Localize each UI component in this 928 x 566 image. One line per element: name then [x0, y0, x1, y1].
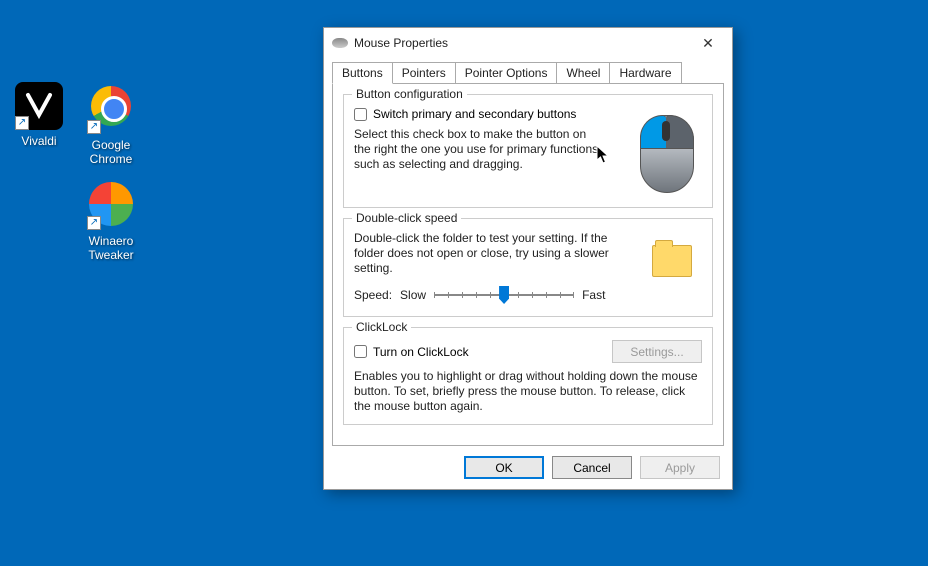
cancel-button[interactable]: Cancel — [552, 456, 632, 479]
shortcut-arrow-icon: ↗ — [87, 120, 101, 134]
mouse-properties-dialog: Mouse Properties ✕ Buttons Pointers Poin… — [323, 27, 733, 490]
winaero-icon: ↗ — [87, 182, 135, 230]
doubleclick-desc: Double-click the folder to test your set… — [354, 231, 632, 276]
desktop-icon-winaero[interactable]: ↗ Winaero Tweaker — [76, 180, 146, 262]
tab-panel-buttons: Button configuration Switch primary and … — [332, 83, 724, 446]
group-clicklock: ClickLock Turn on ClickLock Settings... … — [343, 327, 713, 425]
group-double-click-speed: Double-click speed Double-click the fold… — [343, 218, 713, 317]
clicklock-settings-button: Settings... — [612, 340, 702, 363]
close-button[interactable]: ✕ — [688, 29, 728, 57]
switch-buttons-checkbox[interactable] — [354, 108, 367, 121]
group-legend: Double-click speed — [352, 211, 461, 225]
speed-label: Speed: — [354, 288, 392, 302]
chrome-icon: ↗ — [87, 86, 135, 134]
dialog-button-row: OK Cancel Apply — [324, 446, 732, 489]
clicklock-checkbox[interactable] — [354, 345, 367, 358]
apply-button: Apply — [640, 456, 720, 479]
slow-label: Slow — [400, 288, 426, 302]
mouse-icon — [332, 38, 348, 48]
tab-buttons[interactable]: Buttons — [332, 62, 393, 84]
tab-strip: Buttons Pointers Pointer Options Wheel H… — [332, 62, 724, 83]
close-icon: ✕ — [702, 35, 714, 52]
desktop-icon-label: Google Chrome — [76, 138, 146, 166]
button-config-desc: Select this check box to make the button… — [354, 127, 599, 172]
group-button-configuration: Button configuration Switch primary and … — [343, 94, 713, 208]
switch-buttons-checkbox-row[interactable]: Switch primary and secondary buttons — [354, 107, 622, 121]
shortcut-arrow-icon: ↗ — [15, 116, 29, 130]
clicklock-checkbox-row[interactable]: Turn on ClickLock — [354, 345, 469, 359]
switch-buttons-label: Switch primary and secondary buttons — [373, 107, 576, 121]
fast-label: Fast — [582, 288, 605, 302]
desktop-icon-label: Vivaldi — [4, 134, 74, 148]
desktop-icon-label: Winaero Tweaker — [76, 234, 146, 262]
tab-pointer-options[interactable]: Pointer Options — [455, 62, 558, 83]
group-legend: ClickLock — [352, 320, 411, 334]
tab-wheel[interactable]: Wheel — [556, 62, 610, 83]
tab-hardware[interactable]: Hardware — [609, 62, 681, 83]
slider-thumb[interactable] — [499, 286, 509, 304]
desktop-icon-chrome[interactable]: ↗ Google Chrome — [76, 82, 146, 166]
clicklock-label: Turn on ClickLock — [373, 345, 469, 359]
titlebar[interactable]: Mouse Properties ✕ — [324, 28, 732, 58]
window-title: Mouse Properties — [354, 36, 688, 50]
group-legend: Button configuration — [352, 87, 467, 101]
tab-pointers[interactable]: Pointers — [392, 62, 456, 83]
ok-button[interactable]: OK — [464, 456, 544, 479]
vivaldi-icon: ↗ — [15, 82, 63, 130]
folder-icon — [652, 245, 692, 277]
shortcut-arrow-icon: ↗ — [87, 216, 101, 230]
doubleclick-speed-slider[interactable] — [434, 284, 574, 306]
clicklock-desc: Enables you to highlight or drag without… — [354, 369, 702, 414]
desktop-icon-vivaldi[interactable]: ↗ Vivaldi — [4, 82, 74, 148]
test-folder[interactable] — [642, 231, 702, 291]
mouse-illustration — [632, 107, 702, 197]
